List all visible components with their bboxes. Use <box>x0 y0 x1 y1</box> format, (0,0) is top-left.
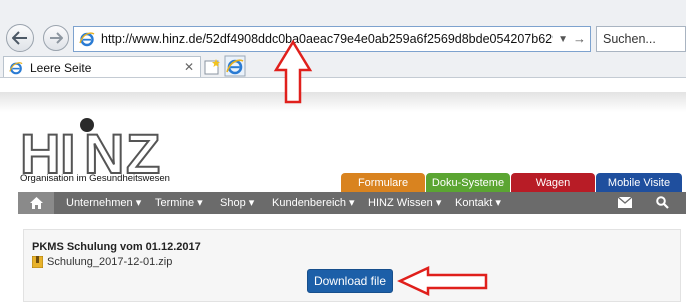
screenshot-root: http://www.hinz.de/52df4908ddc0ba0aeac79… <box>0 0 686 302</box>
arrow-left-annotation <box>397 266 488 296</box>
arrow-up-annotation <box>273 39 313 104</box>
annotation-arrows <box>273 39 488 296</box>
